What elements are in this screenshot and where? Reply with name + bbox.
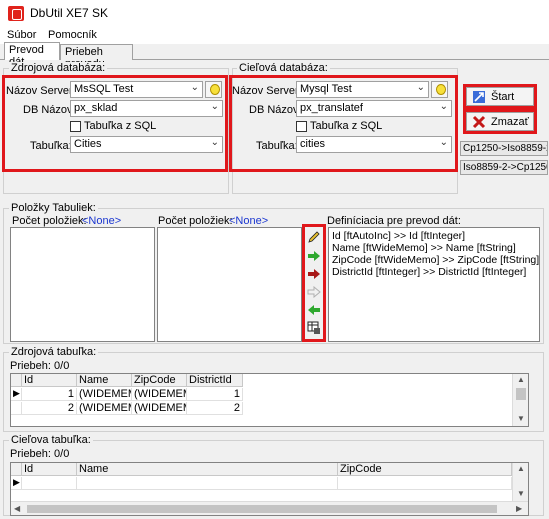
column-header[interactable]: ZipCode <box>338 463 512 476</box>
mapping-item[interactable]: Id [ftAutoInc] >> Id [ftInteger] <box>332 230 536 242</box>
target-grid[interactable]: Id Name ZipCode ▶ ▲ ▼ ◀ ▶ <box>10 462 529 516</box>
source-vertical-scrollbar[interactable]: ▲ ▼ <box>512 374 528 426</box>
left-items-list[interactable] <box>10 227 155 342</box>
column-header[interactable]: Id <box>22 374 77 387</box>
row-indicator <box>11 402 22 415</box>
target-vertical-scrollbar[interactable]: ▲ ▼ <box>512 463 528 501</box>
target-db-legend: Cieľová databáza: <box>237 62 330 74</box>
table-cell[interactable]: 2 <box>187 402 243 415</box>
mapping-item[interactable]: Name [ftWideMemo] >> Name [ftString] <box>332 242 536 254</box>
right-items-list[interactable] <box>157 227 302 342</box>
scroll-thumb[interactable] <box>27 505 497 513</box>
row-indicator-icon: ▶ <box>11 477 22 490</box>
target-table-legend: Cieľova tabuľka: <box>9 434 93 446</box>
table-cell[interactable] <box>338 477 512 490</box>
column-header[interactable]: Id <box>22 463 77 476</box>
target-horizontal-scrollbar[interactable]: ◀ ▶ <box>11 501 528 515</box>
column-header[interactable]: Name <box>77 374 132 387</box>
table-cell[interactable] <box>77 477 338 490</box>
target-progress: Priebeh: 0/0 <box>10 448 70 460</box>
column-header[interactable]: DistrictId <box>187 374 243 387</box>
convert-iso-to-cp1250-button[interactable]: Iso8859-2->Cp1250 <box>460 160 548 175</box>
table-cell[interactable] <box>22 477 77 490</box>
table-cell[interactable]: 1 <box>187 388 243 401</box>
clear-highlight-box <box>463 109 537 134</box>
window-title: DbUtil XE7 SK <box>30 6 109 20</box>
source-table-legend: Zdrojová tabuľka: <box>9 346 99 358</box>
source-progress: Priebeh: 0/0 <box>10 360 70 372</box>
mapping-item[interactable]: ZipCode [ftWideMemo] >> ZipCode [ftStrin… <box>332 254 539 266</box>
left-count-value: <None> <box>82 215 122 227</box>
scroll-up-icon[interactable]: ▲ <box>517 375 525 384</box>
tab-prevod-dat[interactable]: Prevod dát <box>4 42 60 68</box>
scroll-thumb[interactable] <box>516 388 526 400</box>
source-db-legend: Zdrojová databáza: <box>9 62 108 74</box>
menu-pomocnik[interactable]: Pomocník <box>48 29 97 41</box>
row-indicator-icon: ▶ <box>11 388 22 401</box>
scroll-right-icon[interactable]: ▶ <box>516 504 522 513</box>
scroll-down-icon[interactable]: ▼ <box>517 414 525 423</box>
scroll-up-icon[interactable]: ▲ <box>517 464 525 473</box>
menu-subor[interactable]: Súbor <box>7 29 36 41</box>
table-cell[interactable]: 1 <box>22 388 77 401</box>
mapping-list[interactable]: Id [ftAutoInc] >> Id [ftInteger] Name [f… <box>328 227 540 342</box>
table-cell[interactable]: (WIDEMEMO <box>77 388 132 401</box>
start-highlight-box <box>463 84 537 109</box>
source-grid[interactable]: Id Name ZipCode DistrictId ▶ 1 (WIDEMEMO… <box>10 373 529 427</box>
left-count-label: Počet položiek: <box>12 215 87 227</box>
table-cell[interactable]: (WIDEMEMO <box>132 402 187 415</box>
column-header[interactable]: ZipCode <box>132 374 187 387</box>
app-icon <box>8 6 24 21</box>
target-highlight-box <box>229 75 458 172</box>
convert-cp1250-to-iso-button[interactable]: Cp1250->Iso8859-2 <box>460 141 548 156</box>
source-highlight-box <box>2 75 228 172</box>
tools-highlight-box <box>302 224 326 342</box>
table-cell[interactable]: 2 <box>22 402 77 415</box>
right-count-label: Počet položiek: <box>158 215 233 227</box>
grid-indicator-header <box>11 374 22 387</box>
table-cell[interactable]: (WIDEMEMO <box>77 402 132 415</box>
scroll-left-icon[interactable]: ◀ <box>14 504 20 513</box>
mapping-item[interactable]: DistrictId [ftInteger] >> DistrictId [ft… <box>332 266 536 278</box>
items-legend: Položky Tabuliek: <box>9 202 98 214</box>
mapping-label: Definíciacia pre prevod dát: <box>327 215 461 227</box>
right-count-value: <None> <box>229 215 269 227</box>
grid-indicator-header <box>11 463 22 476</box>
tab-priebeh-prevodu[interactable]: Priebeh prevodu <box>60 44 133 70</box>
column-header[interactable]: Name <box>77 463 338 476</box>
scroll-down-icon[interactable]: ▼ <box>517 489 525 498</box>
table-cell[interactable]: (WIDEMEMO <box>132 388 187 401</box>
